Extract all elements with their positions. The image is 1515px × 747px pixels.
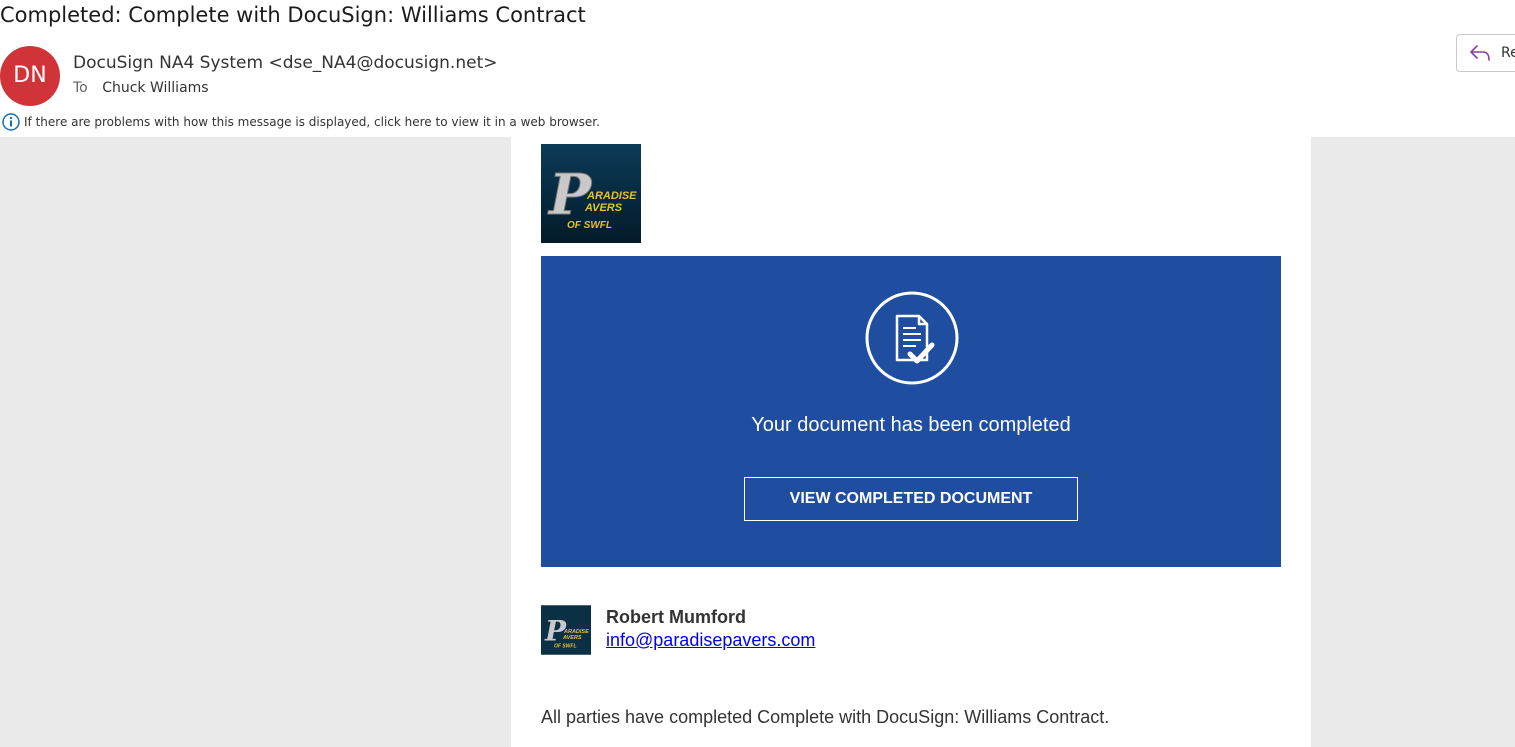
company-logo: P ARADISE AVERS OF SWFL [541, 144, 641, 243]
avatar[interactable]: DN [0, 46, 60, 106]
logo-word-avers: AVERS [584, 202, 623, 214]
recipient-name[interactable]: Chuck Williams [102, 80, 208, 96]
completed-banner: Your document has been completed VIEW CO… [541, 256, 1281, 567]
sender-logo: P ARADISE AVERS OF SWFL [541, 605, 591, 655]
display-problem-notice[interactable]: If there are problems with how this mess… [2, 112, 600, 132]
recipient-row: To Chuck Williams [73, 80, 209, 96]
info-text: If there are problems with how this mess… [24, 115, 600, 129]
view-completed-document-button[interactable]: VIEW COMPLETED DOCUMENT [744, 477, 1078, 521]
svg-text:ARADISE: ARADISE [563, 629, 589, 635]
reply-button[interactable]: Re [1456, 34, 1515, 72]
svg-text:AVERS: AVERS [562, 635, 582, 641]
signature-email-link[interactable]: info@paradisepavers.com [606, 630, 815, 651]
document-check-icon [865, 291, 959, 385]
to-label: To [73, 80, 88, 96]
signature-name: Robert Mumford [606, 607, 746, 627]
reply-icon [1470, 45, 1490, 61]
reply-label: Re [1501, 45, 1515, 61]
logo-word-aradise: ARADISE [586, 190, 637, 202]
info-icon [2, 113, 20, 131]
email-subject: Completed: Complete with DocuSign: Willi… [0, 3, 586, 27]
svg-text:OF SWFL: OF SWFL [554, 643, 577, 649]
logo-word-swfl: OF SWFL [567, 220, 612, 231]
completed-message: Your document has been completed [751, 414, 1071, 436]
sender-address[interactable]: DocuSign NA4 System <dse_NA4@docusign.ne… [73, 53, 497, 73]
email-body: P ARADISE AVERS OF SWFL Your document ha… [511, 137, 1311, 747]
completion-message: All parties have completed Complete with… [541, 707, 1110, 727]
